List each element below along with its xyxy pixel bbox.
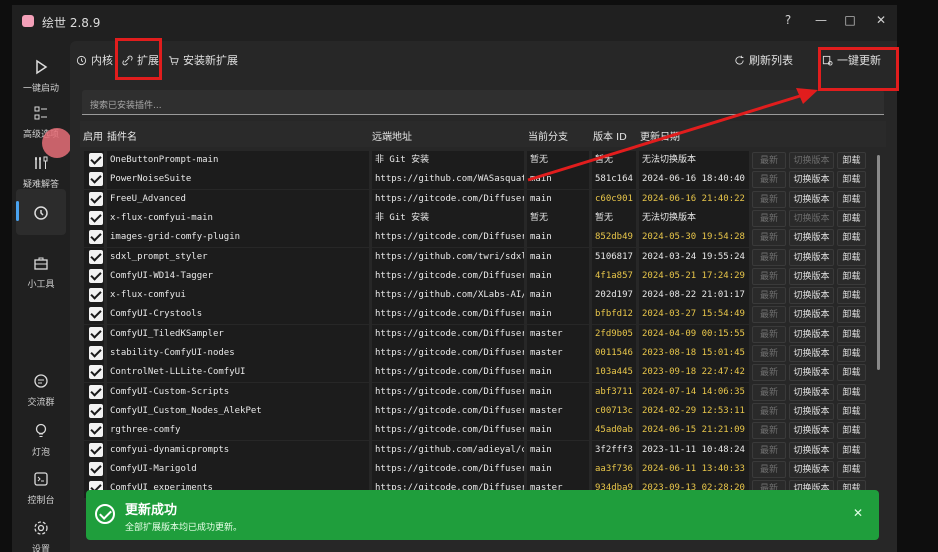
check-circle-icon <box>95 504 115 524</box>
toast-close-button[interactable]: ✕ <box>853 506 863 520</box>
annotation-arrow <box>527 88 818 182</box>
arrow-shaft <box>527 94 801 182</box>
toast-title: 更新成功 <box>125 503 178 518</box>
success-toast: 更新成功 全部扩展版本均已成功更新。 ✕ <box>86 490 879 540</box>
toast-message: 全部扩展版本均已成功更新。 <box>125 523 243 533</box>
